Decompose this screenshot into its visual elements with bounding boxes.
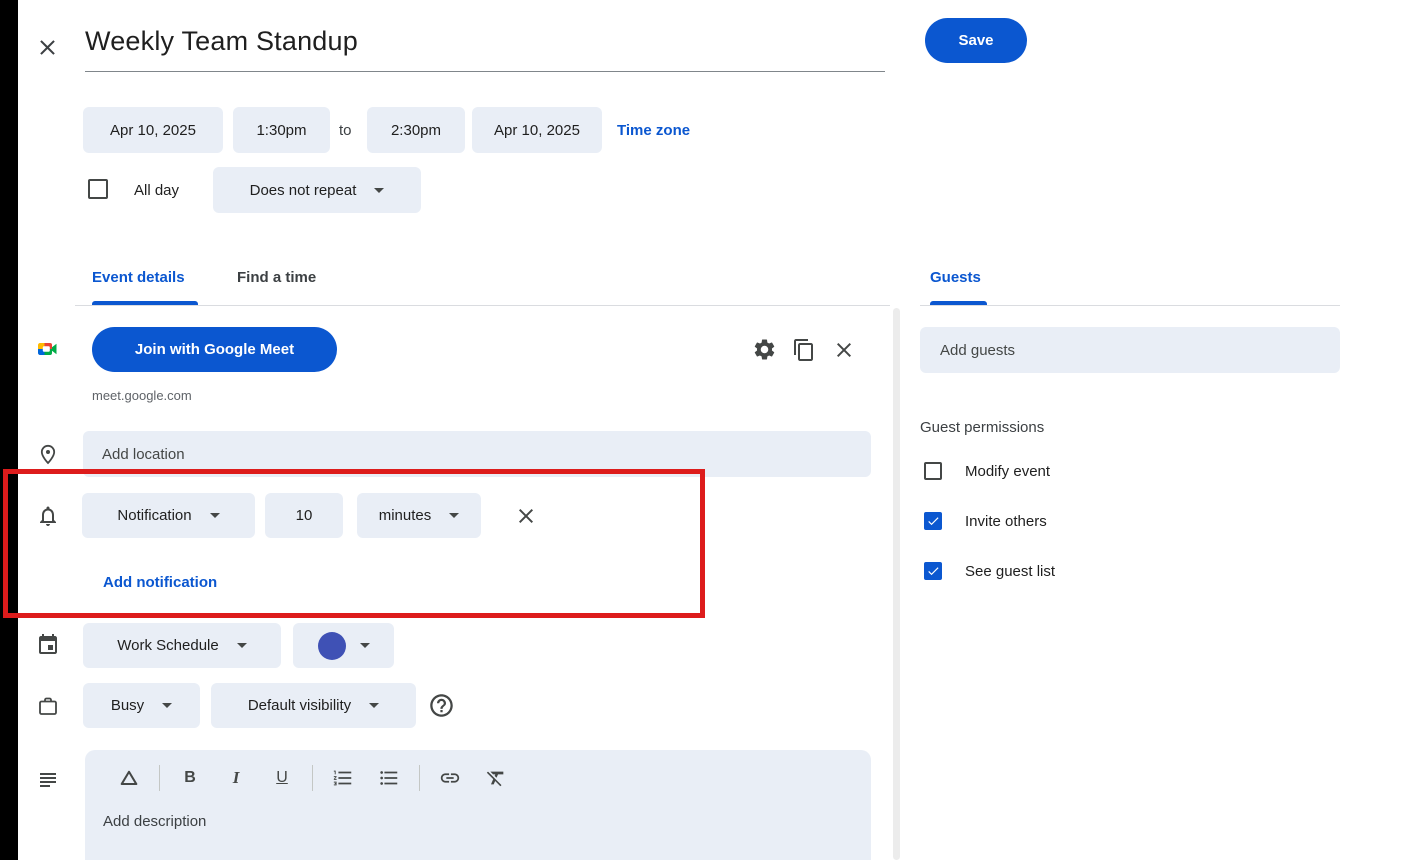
visibility-dropdown[interactable]: Default visibility	[211, 683, 416, 728]
remove-notification-button[interactable]	[514, 504, 538, 528]
event-edit-screen: Weekly Team Standup Save Apr 10, 2025 1:…	[0, 0, 1423, 860]
all-day-checkbox[interactable]	[88, 179, 108, 199]
chevron-down-icon	[374, 187, 385, 193]
gear-icon	[754, 339, 775, 360]
toolbar-divider	[159, 765, 160, 791]
invite-others-label: Invite others	[965, 513, 1047, 530]
chevron-down-icon	[236, 643, 247, 648]
close-icon	[519, 509, 533, 523]
attach-drive-button[interactable]	[111, 763, 147, 793]
modify-event-label: Modify event	[965, 463, 1051, 480]
modify-event-checkbox[interactable]	[924, 462, 942, 480]
see-guest-list-label: See guest list	[965, 563, 1056, 580]
recurrence-dropdown[interactable]: Does not repeat	[213, 167, 421, 213]
save-button[interactable]: Save	[925, 18, 1027, 63]
calendar-name-value: Work Schedule	[117, 637, 219, 654]
close-icon	[837, 343, 851, 357]
bulleted-list-icon	[380, 771, 398, 785]
end-time-chip[interactable]: 2:30pm	[367, 107, 465, 153]
clear-formatting-button[interactable]	[478, 763, 514, 793]
bold-button[interactable]: B	[172, 763, 208, 793]
chevron-down-icon	[209, 513, 220, 518]
drive-icon	[120, 770, 138, 786]
invite-others-checkbox[interactable]	[924, 512, 942, 530]
event-color-dropdown[interactable]	[293, 623, 394, 668]
end-date-chip[interactable]: Apr 10, 2025	[472, 107, 602, 153]
notification-amount-input[interactable]	[265, 493, 343, 538]
close-icon	[39, 39, 55, 55]
meet-settings-button[interactable]	[752, 337, 777, 362]
notification-type-value: Notification	[117, 507, 192, 524]
underline-button[interactable]: U	[264, 763, 300, 793]
location-pin-icon	[36, 442, 60, 466]
numbered-list-button[interactable]	[325, 763, 361, 793]
close-editor-button[interactable]	[32, 32, 62, 62]
briefcase-icon	[36, 694, 60, 718]
chevron-down-icon	[449, 513, 460, 518]
description-placeholder[interactable]: Add description	[103, 813, 206, 830]
notification-unit-dropdown[interactable]: minutes	[357, 493, 481, 538]
description-icon	[36, 768, 60, 792]
google-meet-icon	[35, 337, 59, 361]
busy-value: Busy	[110, 697, 145, 714]
add-guests-input[interactable]	[920, 327, 1340, 373]
start-time-chip[interactable]: 1:30pm	[233, 107, 330, 153]
description-editor[interactable]: B I U Add description	[85, 750, 871, 860]
toolbar-divider	[312, 765, 313, 791]
chevron-down-icon	[162, 703, 173, 708]
notification-bell-icon	[36, 504, 60, 528]
copy-meet-link-button[interactable]	[792, 338, 816, 362]
event-title-input[interactable]: Weekly Team Standup	[85, 26, 358, 57]
to-label: to	[339, 122, 352, 139]
tabs-divider-left	[75, 305, 890, 306]
annotation-highlight-notification-section	[3, 469, 705, 618]
calendar-icon	[36, 633, 60, 657]
help-icon	[430, 694, 453, 717]
remove-meet-button[interactable]	[832, 338, 856, 362]
panel-scrollbar[interactable]	[893, 308, 900, 860]
clear-formatting-icon	[486, 771, 504, 787]
chevron-down-icon	[359, 643, 370, 648]
tabs-divider-right	[920, 305, 1340, 306]
numbered-list-icon	[333, 770, 352, 786]
insert-link-button[interactable]	[432, 763, 468, 793]
title-underline	[85, 71, 885, 72]
guest-permissions-title: Guest permissions	[920, 419, 1045, 436]
calendar-select-dropdown[interactable]: Work Schedule	[83, 623, 281, 668]
check-icon	[928, 517, 939, 526]
see-guest-list-checkbox[interactable]	[924, 562, 942, 580]
busy-status-dropdown[interactable]: Busy	[83, 683, 200, 728]
time-zone-link[interactable]: Time zone	[617, 122, 690, 139]
toolbar-divider	[419, 765, 420, 791]
description-toolbar: B I U	[85, 750, 871, 793]
notification-type-dropdown[interactable]: Notification	[82, 493, 255, 538]
bulleted-list-button[interactable]	[371, 763, 407, 793]
check-icon	[928, 567, 939, 576]
recurrence-value: Does not repeat	[249, 181, 357, 199]
add-notification-link[interactable]: Add notification	[103, 574, 217, 591]
event-color-swatch	[317, 631, 346, 660]
tab-find-a-time[interactable]: Find a time	[237, 269, 316, 286]
chevron-down-icon	[369, 703, 380, 708]
copy-icon	[794, 339, 813, 361]
location-input[interactable]	[83, 431, 871, 477]
visibility-help-button[interactable]	[428, 692, 455, 719]
join-meet-button[interactable]: Join with Google Meet	[92, 327, 337, 372]
left-edge-strip	[0, 0, 18, 860]
link-icon	[440, 773, 460, 783]
tab-event-details[interactable]: Event details	[92, 269, 185, 286]
visibility-value: Default visibility	[247, 697, 352, 714]
notification-unit-value: minutes	[378, 507, 432, 524]
italic-button[interactable]: I	[218, 763, 254, 793]
start-date-chip[interactable]: Apr 10, 2025	[83, 107, 223, 153]
tab-guests[interactable]: Guests	[930, 269, 981, 286]
meet-url-text: meet.google.com	[92, 388, 192, 403]
all-day-label: All day	[134, 182, 180, 199]
